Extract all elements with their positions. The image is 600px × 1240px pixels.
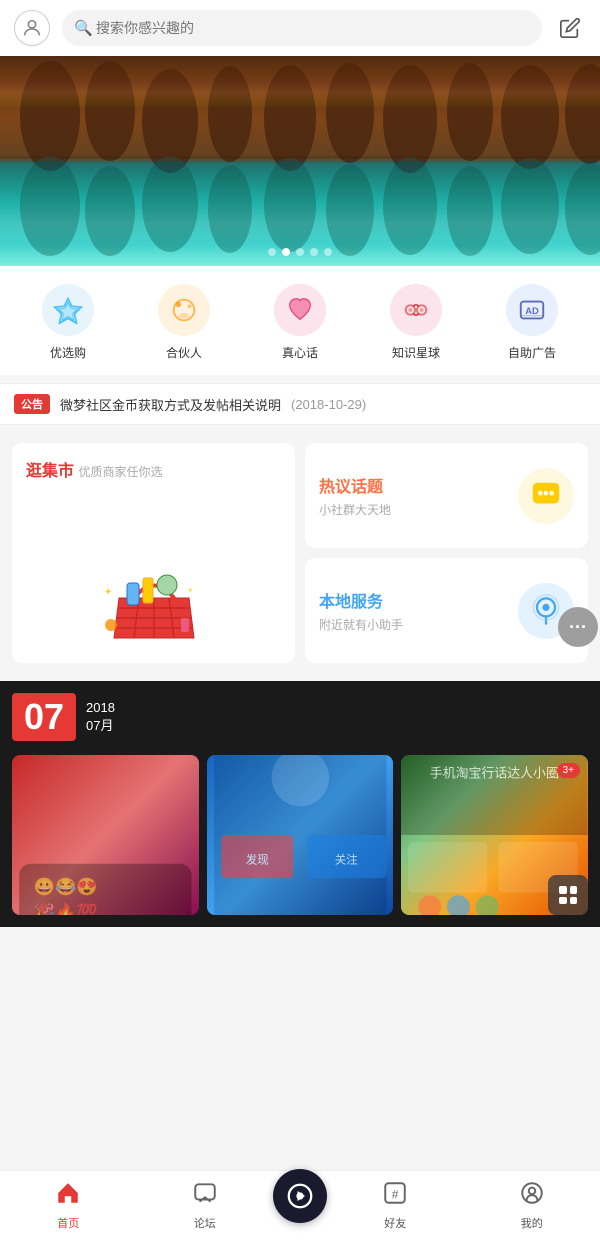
svg-text:🎉🔥💯: 🎉🔥💯: [34, 902, 98, 915]
nav-discover[interactable]: [273, 1189, 327, 1223]
banner-dots: [268, 248, 332, 256]
announcement-badge: 公告: [14, 394, 50, 414]
svg-text:发现: 发现: [245, 853, 268, 867]
banner-dot-1[interactable]: [268, 248, 276, 256]
svg-text:手机淘宝行话达人小圈: 手机淘宝行话达人小圈: [430, 766, 559, 781]
home-label: 首页: [57, 1215, 79, 1231]
grid-icon: [559, 886, 577, 904]
market-subtitle: 优质商家任你选: [78, 465, 162, 479]
svg-text:✦: ✦: [104, 587, 112, 598]
more-button[interactable]: ···: [558, 607, 598, 647]
announcement-bar[interactable]: 公告 微梦社区金币获取方式及发帖相关说明 (2018-10-29): [0, 383, 600, 425]
local-subtitle: 附近就有小助手: [319, 616, 403, 633]
quick-icon-zhishi[interactable]: 知识星球: [358, 284, 474, 361]
feature-section: 逛集市 优质商家任你选: [0, 433, 600, 673]
discover-button[interactable]: [273, 1169, 327, 1223]
zhenxin-icon: [274, 284, 326, 336]
card-market[interactable]: 逛集市 优质商家任你选: [12, 443, 295, 663]
banner-dot-4[interactable]: [310, 248, 318, 256]
huoban-label: 合伙人: [166, 344, 202, 361]
quick-icon-huoban[interactable]: 合伙人: [126, 284, 242, 361]
svg-text:#: #: [392, 1187, 399, 1201]
bottom-nav: 首页 论坛 # 好友: [0, 1170, 600, 1240]
card-topics[interactable]: 热议话题 小社群大天地: [305, 443, 588, 548]
nav-friends[interactable]: # 好友: [327, 1180, 464, 1231]
topics-subtitle: 小社群大天地: [319, 501, 391, 518]
zhishi-icon: [390, 284, 442, 336]
topics-icon: [518, 468, 574, 524]
quick-icon-youxuan[interactable]: 优选购: [10, 284, 126, 361]
zhishi-label: 知识星球: [392, 344, 440, 361]
card-local[interactable]: 本地服务 附近就有小助手 ···: [305, 558, 588, 663]
card-local-text: 本地服务 附近就有小助手: [319, 588, 403, 633]
mine-label: 我的: [521, 1215, 543, 1231]
nav-forum[interactable]: 论坛: [137, 1180, 274, 1231]
forum-icon: [192, 1180, 218, 1211]
content-card-2[interactable]: 发现 关注: [207, 755, 394, 915]
quick-icons-section: 优选购 合伙人 真心话: [0, 266, 600, 375]
date-block: 07 2018 07月: [12, 693, 588, 741]
quick-icon-zhenxin[interactable]: 真心话: [242, 284, 358, 361]
banner[interactable]: [0, 56, 600, 266]
svg-text:😀😂😍: 😀😂😍: [34, 876, 98, 896]
announcement-text: 微梦社区金币获取方式及发帖相关说明: [60, 395, 281, 414]
compose-button[interactable]: [554, 12, 586, 44]
huoban-icon: [158, 284, 210, 336]
header: 🔍: [0, 0, 600, 56]
youxuan-label: 优选购: [50, 344, 86, 361]
avatar-button[interactable]: [14, 10, 50, 46]
grid-view-button[interactable]: [548, 875, 588, 915]
forum-label: 论坛: [194, 1215, 216, 1231]
svg-text:AD: AD: [525, 306, 539, 316]
search-input[interactable]: [62, 10, 542, 46]
market-title: 逛集市: [26, 463, 74, 480]
mine-icon: [519, 1180, 545, 1211]
friends-label: 好友: [384, 1215, 406, 1231]
home-icon: [55, 1180, 81, 1211]
svg-text:✦: ✦: [187, 586, 194, 595]
nav-home[interactable]: 首页: [0, 1180, 137, 1231]
date-day: 07: [12, 693, 76, 741]
zhenxin-label: 真心话: [282, 344, 318, 361]
banner-dot-2[interactable]: [282, 248, 290, 256]
svg-text:关注: 关注: [334, 853, 357, 867]
ad-icon: AD: [506, 284, 558, 336]
quick-icon-ad[interactable]: AD 自助广告: [474, 284, 590, 361]
content-strip: 07 2018 07月 😀😂😍 🎉🔥💯 ♥ ♦ ♣ ♠ 发现 关注: [0, 681, 600, 927]
basket-illustration: ✦ ✦ ·: [99, 553, 209, 653]
banner-dot-5[interactable]: [324, 248, 332, 256]
youxuan-icon: [42, 284, 94, 336]
local-title: 本地服务: [319, 588, 403, 612]
ad-label: 自助广告: [508, 344, 556, 361]
nav-mine[interactable]: 我的: [464, 1180, 600, 1231]
search-bar[interactable]: 🔍: [62, 10, 542, 46]
date-ym: 2018 07月: [86, 699, 115, 735]
card-topics-text: 热议话题 小社群大天地: [319, 473, 391, 518]
topics-title: 热议话题: [319, 473, 391, 497]
friends-icon: #: [382, 1180, 408, 1211]
content-card-1[interactable]: 😀😂😍 🎉🔥💯 ♥ ♦ ♣ ♠: [12, 755, 199, 915]
content-cards-row: 😀😂😍 🎉🔥💯 ♥ ♦ ♣ ♠ 发现 关注 手机淘宝行话达人小圈: [12, 755, 588, 915]
banner-dot-3[interactable]: [296, 248, 304, 256]
svg-text:·: ·: [114, 601, 116, 607]
announcement-date: (2018-10-29): [291, 397, 366, 412]
